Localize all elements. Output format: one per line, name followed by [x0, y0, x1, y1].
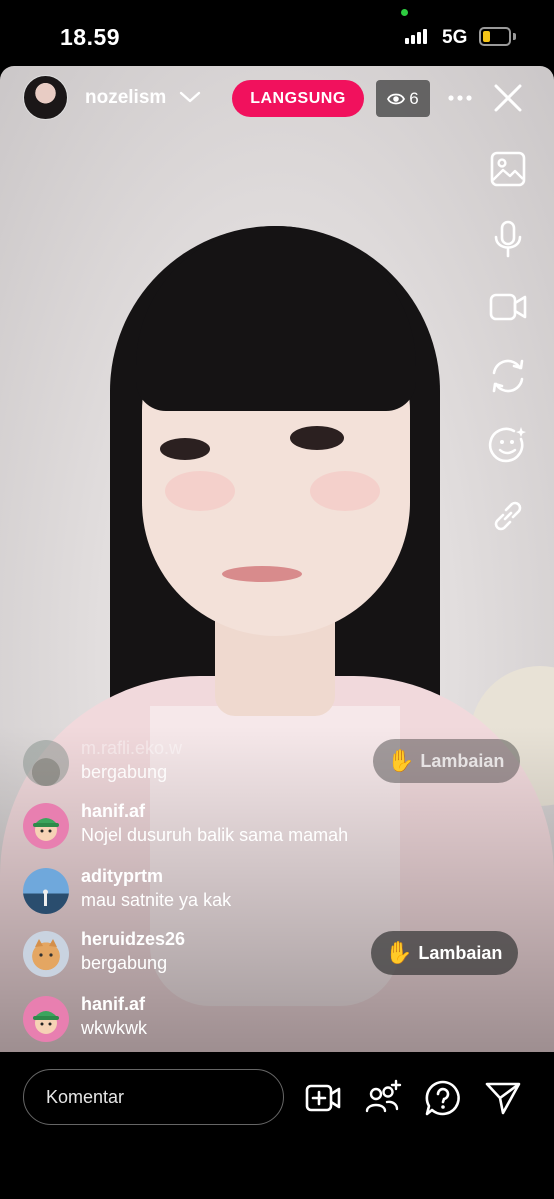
wave-label: Lambaian: [420, 750, 505, 771]
avatar: [23, 740, 69, 786]
eye-icon: [387, 93, 406, 104]
add-guest-icon[interactable]: [364, 1079, 402, 1117]
wave-label: Lambaian: [418, 942, 503, 963]
more-options-icon[interactable]: [447, 85, 473, 111]
chat-username: hanif.af: [81, 994, 146, 1014]
cartoon-avatar-icon: [33, 1011, 59, 1034]
microphone-icon[interactable]: [488, 219, 528, 259]
chat-username: m.rafli.eko.w: [81, 738, 183, 758]
video-camera-icon[interactable]: [488, 287, 528, 327]
link-icon[interactable]: [488, 496, 528, 536]
battery-icon: [479, 27, 511, 46]
chat-username: hanif.af: [81, 801, 146, 821]
live-badge: LANGSUNG: [232, 80, 364, 117]
chat-text: mau satnite ya kak: [81, 890, 232, 910]
chat-username: adityprtm: [81, 866, 164, 886]
avatar: [23, 931, 69, 977]
cartoon-avatar-icon: [33, 818, 59, 841]
avatar: [23, 868, 69, 914]
chat-username: heruidzes26: [81, 929, 186, 949]
chat-message[interactable]: m.rafli.eko.w bergabung: [23, 738, 423, 788]
cat-photo-icon: [35, 939, 57, 957]
signal-strength-icon: [405, 29, 427, 44]
viewer-count-button[interactable]: 6: [376, 80, 430, 117]
send-icon[interactable]: [484, 1079, 522, 1117]
question-icon[interactable]: [424, 1079, 462, 1117]
chat-message[interactable]: adityprtm mau satnite ya kak: [23, 866, 423, 916]
switch-camera-icon[interactable]: [488, 356, 528, 396]
chevron-down-icon[interactable]: [178, 87, 202, 107]
chat-text: wkwkwk: [81, 1018, 147, 1038]
chat-message[interactable]: heruidzes26 bergabung: [23, 929, 423, 979]
waving-hand-icon: ✋: [385, 940, 413, 965]
beach-photo-icon: [43, 889, 48, 906]
viewer-count: 6: [409, 88, 419, 108]
chat-text: Nojel dusuruh balik sama mamah: [81, 825, 349, 845]
chat-message[interactable]: hanif.af Nojel dusuruh balik sama mamah: [23, 801, 423, 851]
avatar: [23, 803, 69, 849]
close-icon[interactable]: [492, 82, 524, 114]
comment-input[interactable]: [23, 1069, 284, 1125]
image-icon[interactable]: [488, 149, 528, 189]
avatar: [23, 996, 69, 1042]
privacy-indicator-dot: [401, 9, 408, 16]
status-time: 18.59: [60, 24, 121, 50]
chat-text: bergabung: [81, 762, 168, 782]
host-username[interactable]: nozelism: [85, 87, 166, 109]
face-effects-icon[interactable]: [488, 425, 528, 465]
waving-hand-icon: ✋: [387, 748, 415, 773]
wave-button[interactable]: ✋ Lambaian: [371, 931, 519, 975]
chat-message[interactable]: hanif.af wkwkwk: [23, 994, 423, 1044]
network-type: 5G: [442, 27, 468, 48]
wave-button[interactable]: ✋ Lambaian: [373, 739, 521, 783]
battery-cap: [513, 33, 516, 40]
chat-text: bergabung: [81, 953, 168, 973]
status-bar: 18.59 5G: [0, 0, 554, 66]
add-video-icon[interactable]: [304, 1079, 342, 1117]
host-avatar[interactable]: [23, 75, 68, 120]
